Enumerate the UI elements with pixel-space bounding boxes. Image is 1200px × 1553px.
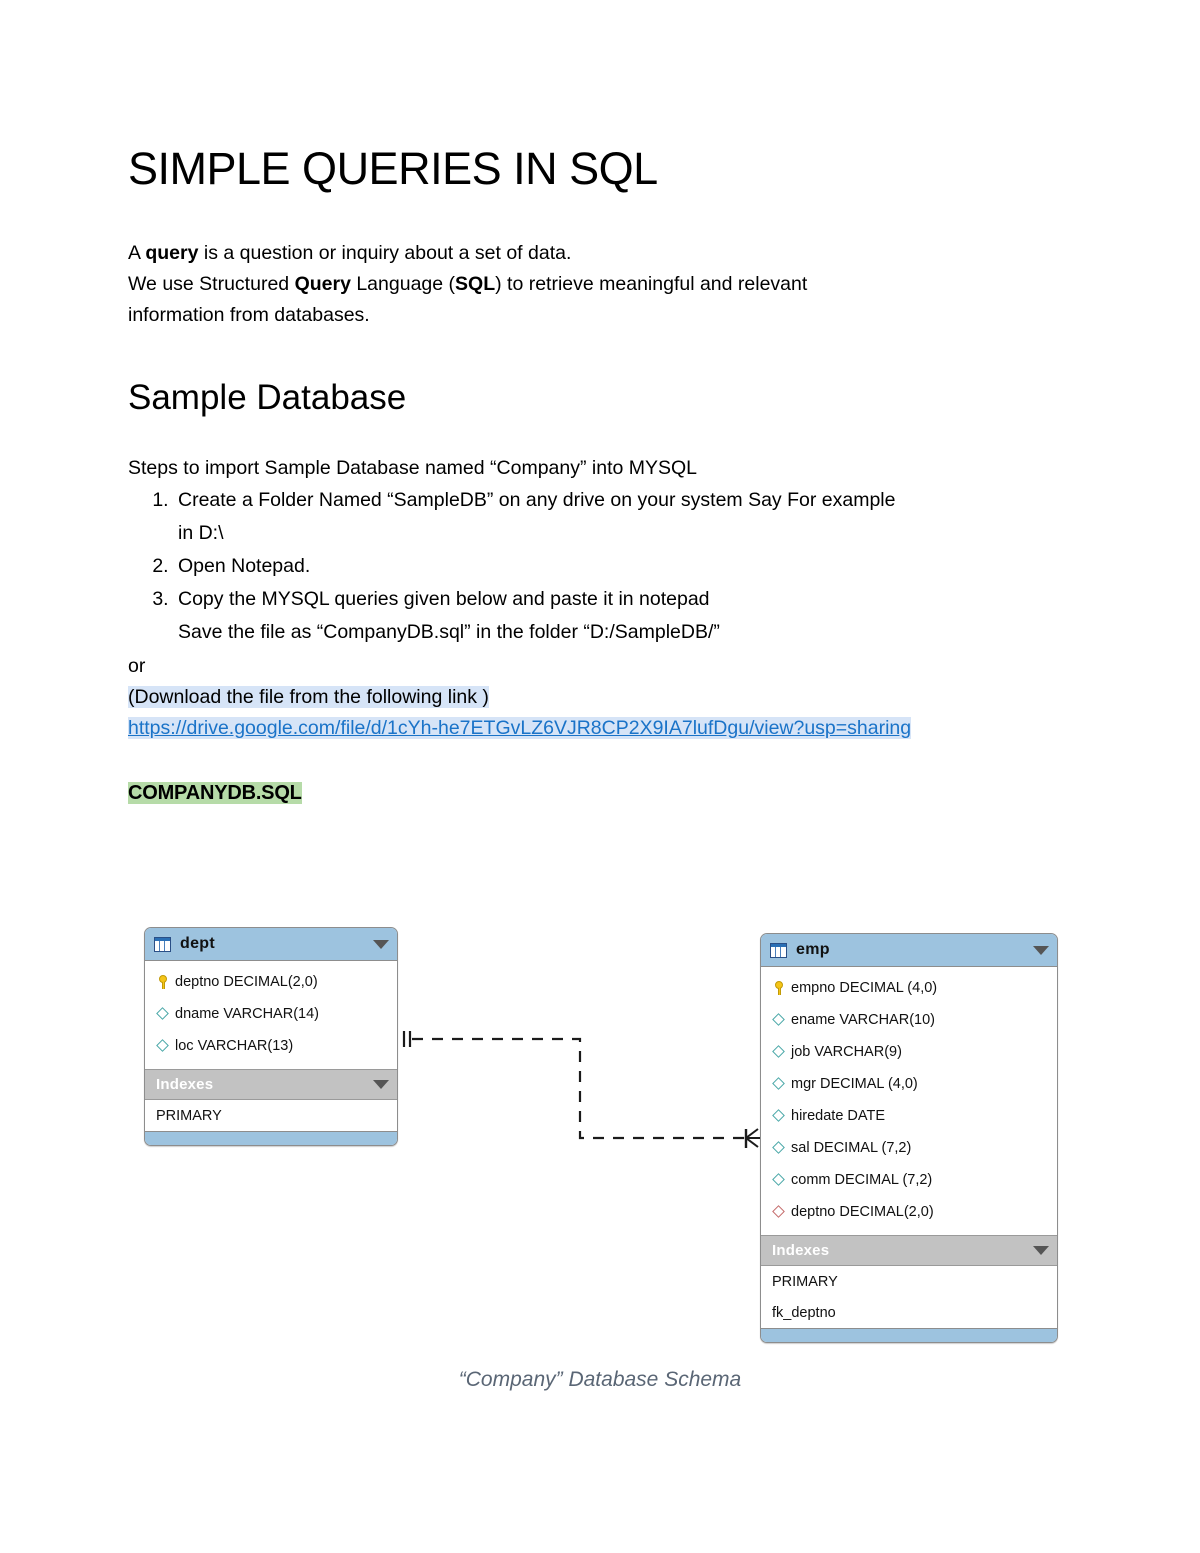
er-table-dept-header[interactable]: dept [145, 928, 397, 961]
chevron-down-icon[interactable] [373, 1080, 389, 1089]
download-link[interactable]: https://drive.google.com/file/d/1cYh-he7… [128, 716, 912, 739]
download-link-paragraph: https://drive.google.com/file/d/1cYh-he7… [128, 713, 1072, 744]
list-item: Open Notepad. [174, 550, 1072, 583]
er-field-label: deptno DECIMAL(2,0) [175, 974, 318, 990]
er-table-dept[interactable]: dept deptno DECIMAL(2,0) dname VARCHAR(1… [144, 927, 398, 1146]
page-title: SIMPLE QUERIES IN SQL [128, 143, 658, 194]
intro-line-2-bold-query: Query [294, 272, 351, 295]
er-field: ename VARCHAR(10) [761, 1004, 1057, 1036]
figure-caption: “Company” Database Schema [458, 1368, 742, 1391]
step-text: Open Notepad. [178, 554, 311, 577]
step-text: Create a Folder Named “SampleDB” on any … [178, 488, 896, 511]
column-icon [771, 1140, 787, 1156]
er-table-dept-index-list: PRIMARY [145, 1100, 397, 1131]
er-field-label: job VARCHAR(9) [791, 1044, 902, 1060]
companydb-label: COMPANYDB.SQL [128, 781, 302, 804]
er-field: empno DECIMAL (4,0) [761, 972, 1057, 1004]
er-field: job VARCHAR(9) [761, 1036, 1057, 1068]
primary-key-icon [155, 974, 171, 990]
indexes-label: Indexes [772, 1242, 830, 1259]
intro-line-2-c: ) to retrieve meaningful and relevant [495, 272, 808, 295]
chevron-down-icon[interactable] [373, 939, 389, 949]
er-table-dept-footer [145, 1131, 397, 1145]
er-field-label: mgr DECIMAL (4,0) [791, 1076, 918, 1092]
step-text: Copy the MYSQL queries given below and p… [178, 587, 710, 610]
section-heading-sample-database: Sample Database [128, 377, 407, 417]
download-note: (Download the file from the following li… [128, 682, 1072, 713]
er-field-label: dname VARCHAR(14) [175, 1006, 319, 1022]
er-field: sal DECIMAL (7,2) [761, 1132, 1057, 1164]
list-item: Copy the MYSQL queries given below and p… [174, 583, 1072, 649]
intro-line-2-a: We use Structured [128, 272, 295, 295]
companydb-label-line: COMPANYDB.SQL [128, 744, 1072, 809]
table-icon [770, 942, 787, 958]
er-table-dept-indexes-header[interactable]: Indexes [145, 1069, 397, 1100]
er-field-label: empno DECIMAL (4,0) [791, 980, 938, 996]
column-icon [771, 1044, 787, 1060]
steps-intro-text: Steps to import Sample Database named “C… [128, 456, 698, 479]
er-field: hiredate DATE [761, 1100, 1057, 1132]
er-table-emp-name: emp [796, 941, 830, 958]
document-page: SIMPLE QUERIES IN SQL A query is a quest… [0, 0, 1200, 1553]
intro-line-1-suffix: is a question or inquiry about a set of … [198, 241, 572, 264]
indexes-label: Indexes [156, 1076, 214, 1093]
step-subtext: Save the file as “CompanyDB.sql” in the … [178, 620, 720, 643]
er-field: deptno DECIMAL(2,0) [761, 1196, 1057, 1228]
column-icon [771, 1108, 787, 1124]
er-table-dept-fields: deptno DECIMAL(2,0) dname VARCHAR(14) lo… [145, 961, 397, 1069]
er-field-label: ename VARCHAR(10) [791, 1012, 935, 1028]
er-field: dname VARCHAR(14) [145, 998, 397, 1030]
column-icon [155, 1006, 171, 1022]
list-item: PRIMARY [156, 1107, 222, 1124]
er-field-label: loc VARCHAR(13) [175, 1038, 294, 1054]
er-table-emp-fields: empno DECIMAL (4,0) ename VARCHAR(10) jo… [761, 967, 1057, 1235]
table-icon [154, 936, 171, 952]
intro-line-3: information from databases. [128, 303, 370, 326]
intro-line-1-bold: query [145, 241, 199, 264]
chevron-down-icon[interactable] [1033, 945, 1049, 955]
foreign-key-icon [771, 1204, 787, 1220]
intro-line-2: We use Structured Query Language (SQL) t… [128, 269, 1072, 300]
download-note-text: (Download the file from the following li… [128, 685, 489, 708]
er-table-emp-indexes-header[interactable]: Indexes [761, 1235, 1057, 1266]
intro-line-1: A query is a question or inquiry about a… [128, 238, 1072, 269]
intro-line-1-prefix: A [128, 241, 146, 264]
column-icon [771, 1076, 787, 1092]
er-diagram: dept deptno DECIMAL(2,0) dname VARCHAR(1… [0, 905, 1200, 1405]
list-item: fk_deptno [772, 1304, 836, 1321]
er-field-label: sal DECIMAL (7,2) [791, 1140, 912, 1156]
column-icon [771, 1012, 787, 1028]
er-table-emp-index-list: PRIMARY fk_deptno [761, 1266, 1057, 1328]
er-field: deptno DECIMAL(2,0) [145, 966, 397, 998]
er-field: loc VARCHAR(13) [145, 1030, 397, 1062]
step-subtext: in D:\ [178, 521, 224, 544]
chevron-down-icon[interactable] [1033, 1246, 1049, 1255]
primary-key-icon [771, 980, 787, 996]
er-field: mgr DECIMAL (4,0) [761, 1068, 1057, 1100]
er-field-label: deptno DECIMAL(2,0) [791, 1204, 934, 1220]
er-table-emp-header[interactable]: emp [761, 934, 1057, 967]
steps-list: Create a Folder Named “SampleDB” on any … [128, 484, 1072, 649]
list-item: Create a Folder Named “SampleDB” on any … [174, 484, 1072, 550]
column-icon [771, 1172, 787, 1188]
er-field: comm DECIMAL (7,2) [761, 1164, 1057, 1196]
intro-line-2-bold-sql: SQL [455, 272, 496, 295]
document-content: SIMPLE QUERIES IN SQL A query is a quest… [128, 0, 1072, 809]
er-field-label: hiredate DATE [791, 1108, 886, 1124]
or-label: or [128, 654, 146, 677]
intro-line-2-b: Language ( [350, 272, 456, 295]
er-table-dept-name: dept [180, 935, 215, 952]
er-field-label: comm DECIMAL (7,2) [791, 1172, 933, 1188]
er-table-emp-footer [761, 1328, 1057, 1342]
er-table-emp[interactable]: emp empno DECIMAL (4,0) ename VARCHAR(10… [760, 933, 1058, 1343]
intro-paragraph: A query is a question or inquiry about a… [128, 195, 1072, 331]
column-icon [155, 1038, 171, 1054]
list-item: PRIMARY [772, 1273, 838, 1290]
